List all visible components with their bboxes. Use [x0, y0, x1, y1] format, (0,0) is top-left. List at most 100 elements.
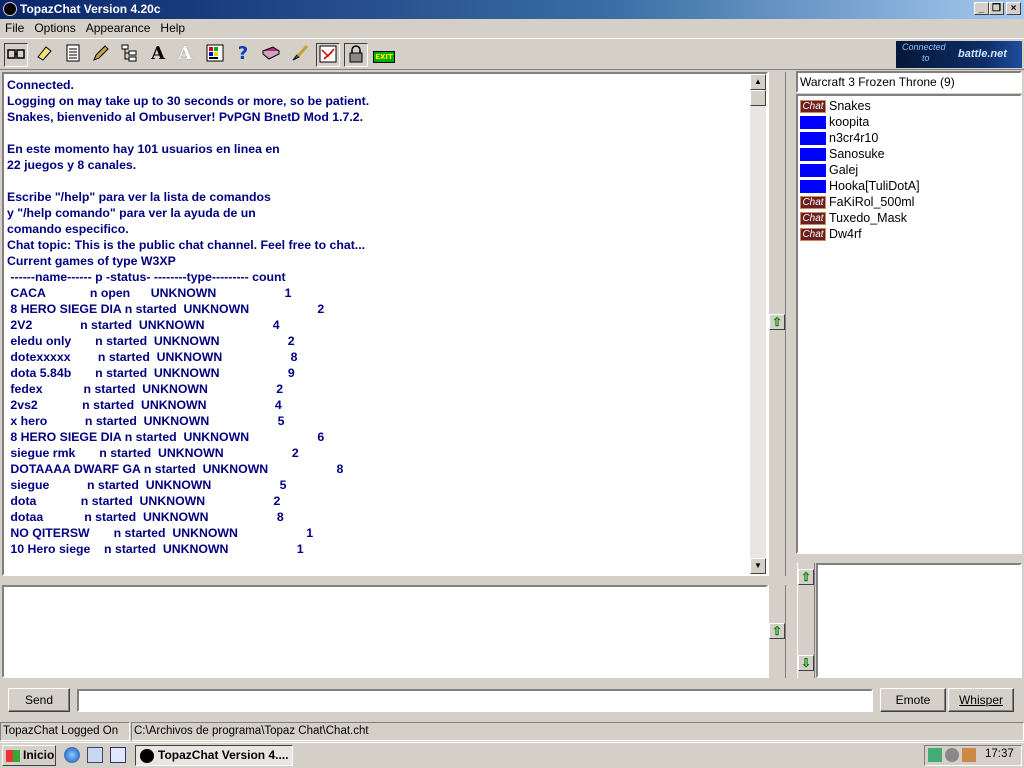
font-gray-icon[interactable]: A [173, 43, 197, 67]
taskbar: Inicio TopazChat Version 4.... 17:37 [0, 742, 1024, 768]
user-status-icon [800, 148, 826, 162]
menu-appearance[interactable]: Appearance [81, 19, 156, 35]
user-status-icon [800, 164, 826, 178]
chat-line: siegue n started UNKNOWN 5 [7, 478, 287, 492]
user-name: Hooka[TuliDotA] [829, 179, 920, 193]
topazchat-icon [140, 748, 154, 763]
help-icon[interactable]: ? [231, 43, 255, 67]
chat-line: dota n started UNKNOWN 2 [7, 494, 281, 508]
window-title: TopazChat Version 4.20c [20, 2, 161, 16]
chat-scrollbar[interactable]: ▲ ▼ [750, 74, 766, 574]
chat-line: Snakes, bienvenido al Ombuserver! PvPGN … [7, 110, 364, 124]
taskbar-item-topazchat[interactable]: TopazChat Version 4.... [135, 745, 293, 766]
chat-client-icon: Chat [800, 228, 826, 242]
user-list-item[interactable]: Sanosuke [800, 146, 885, 162]
chat-line: DOTAAAA DWARF GA n started UNKNOWN 8 [7, 462, 344, 476]
user-status-icon [800, 116, 826, 130]
list-icon[interactable] [61, 43, 85, 67]
chat-line [7, 173, 369, 189]
chat-line: NO QITERSW n started UNKNOWN 1 [7, 526, 314, 540]
emote-button[interactable]: Emote [880, 688, 946, 712]
chat-line: ------name------ p -status- --------type… [7, 270, 286, 284]
palette-icon[interactable] [203, 43, 227, 67]
exit-icon[interactable]: EXIT [372, 43, 396, 67]
internet-explorer-icon[interactable] [64, 747, 80, 763]
pen-icon[interactable] [89, 43, 113, 67]
channel-name: Warcraft 3 Frozen Throne (9) [800, 75, 955, 89]
chat-line: 10 Hero siege n started UNKNOWN 1 [7, 542, 304, 556]
chat-line: Logging on may take up to 30 seconds or … [7, 94, 370, 108]
user-list-item[interactable]: koopita [800, 114, 869, 130]
exit-label: EXIT [373, 51, 395, 63]
scroll-down-arrow-icon[interactable]: ⇩ [798, 655, 814, 671]
volume-icon[interactable] [945, 748, 959, 762]
chat-line: y "/help comando" para ver la ayuda de u… [7, 206, 256, 220]
scroll-down-button[interactable]: ▼ [750, 558, 766, 574]
info-split-bar[interactable]: ⇧ ⇩ [797, 563, 815, 678]
close-button[interactable]: × [1006, 2, 1021, 15]
chat-line: eledu only n started UNKNOWN 2 [7, 334, 295, 348]
chat-line: comando especifico. [7, 222, 129, 236]
chat-line: 2V2 n started UNKNOWN 4 [7, 318, 280, 332]
font-icon[interactable]: A [146, 43, 170, 67]
user-name: Galej [829, 163, 859, 177]
connected-logo: Connected to battle.net [896, 41, 1022, 68]
chat-client-icon: Chat [800, 100, 826, 114]
message-compose-area[interactable] [2, 585, 768, 678]
chat-output[interactable]: Connected. Logging on may take up to 30 s… [2, 72, 768, 576]
user-list-item[interactable]: Galej [800, 162, 858, 178]
user-list-item[interactable]: Chat Dw4rf [800, 226, 862, 242]
user-name: FaKiRol_500ml [829, 195, 915, 209]
send-button[interactable]: Send [8, 688, 70, 712]
user-name: koopita [829, 115, 870, 129]
scroll-up-button[interactable]: ▲ [750, 74, 766, 90]
chat-line: Connected. [7, 78, 74, 92]
network-icon[interactable] [928, 748, 942, 762]
menu-bar: File Options Appearance Help [0, 19, 1024, 38]
chat-lines: Connected. Logging on may take up to 30 s… [7, 77, 369, 557]
chat-input[interactable] [77, 689, 873, 712]
menu-options[interactable]: Options [29, 19, 80, 35]
user-list-item[interactable]: Chat FaKiRol_500ml [800, 194, 914, 210]
expand-up-icon[interactable]: ⇧ [769, 623, 785, 639]
user-list[interactable]: Chat Snakes koopita n3cr4r10 Sanosuke Galej Ho… [796, 94, 1022, 554]
lock-icon[interactable] [344, 43, 368, 67]
user-name: Snakes [829, 99, 871, 113]
user-list-item[interactable]: Hooka[TuliDotA] [800, 178, 920, 194]
minimize-button[interactable]: _ [974, 2, 989, 15]
scroll-up-arrow-icon[interactable]: ⇧ [798, 569, 814, 585]
user-status-icon [800, 180, 826, 194]
brush-icon[interactable] [288, 43, 312, 67]
show-desktop-icon[interactable] [87, 747, 103, 763]
connect-icon[interactable] [4, 43, 28, 67]
input-split-bar[interactable]: ⇧ [768, 585, 786, 678]
whisper-button[interactable]: Whisper [948, 688, 1014, 712]
start-button[interactable]: Inicio [2, 745, 56, 766]
battlenet-logo: battle.net [958, 48, 1007, 60]
tray-app-icon[interactable] [962, 748, 976, 762]
user-list-item[interactable]: n3cr4r10 [800, 130, 878, 146]
user-list-item[interactable]: Chat Snakes [800, 98, 871, 114]
book-icon[interactable] [259, 43, 283, 67]
tree-icon[interactable] [117, 43, 141, 67]
menu-file[interactable]: File [0, 19, 29, 35]
expand-up-icon[interactable]: ⇧ [769, 314, 785, 330]
user-name: Sanosuke [829, 147, 885, 161]
chat-line: Current games of type W3XP [7, 254, 176, 268]
chat-split-bar[interactable]: ⇧ [768, 72, 786, 576]
connected-to-text: to [922, 53, 930, 63]
outlook-icon[interactable] [110, 747, 126, 763]
chat-line: siegue rmk n started UNKNOWN 2 [7, 446, 299, 460]
chat-client-icon: Chat [800, 212, 826, 226]
app-icon[interactable] [3, 2, 17, 16]
menu-help[interactable]: Help [155, 19, 190, 35]
map-icon[interactable] [316, 43, 340, 67]
eraser-icon[interactable] [32, 43, 56, 67]
title-bar[interactable]: TopazChat Version 4.20c _ ❐ × [0, 0, 1024, 19]
toolbar: A A ? EXIT [0, 38, 1024, 70]
restore-button[interactable]: ❐ [989, 2, 1004, 15]
chat-line: 8 HERO SIEGE DIA n started UNKNOWN 2 [7, 302, 325, 316]
user-list-item[interactable]: Chat Tuxedo_Mask [800, 210, 907, 226]
scroll-thumb[interactable] [750, 90, 766, 106]
chat-line: dotaa n started UNKNOWN 8 [7, 510, 284, 524]
